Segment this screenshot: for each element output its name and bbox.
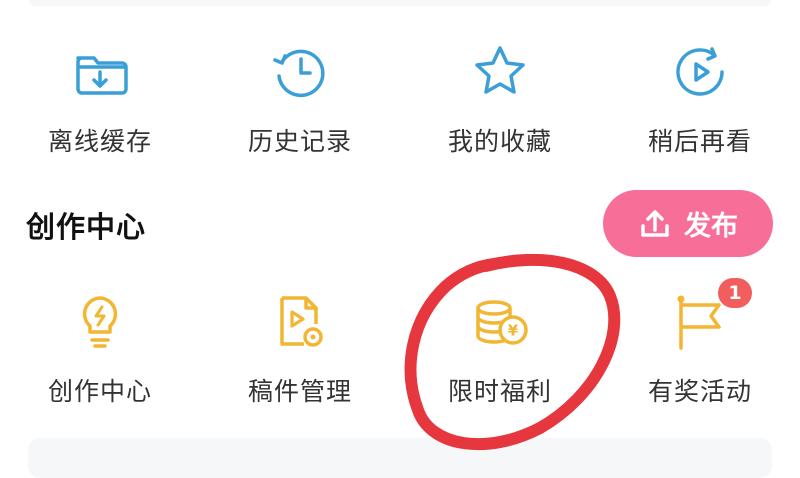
menu-label: 有奖活动 [647, 377, 752, 406]
menu-favorites[interactable]: 我的收藏 [400, 40, 600, 158]
manuscript-icon [280, 296, 323, 347]
menu-history[interactable]: 历史记录 [200, 40, 400, 158]
menu-label: 限时福利 [447, 377, 552, 406]
menu-label: 稍后再看 [647, 127, 752, 156]
history-clock-icon [273, 49, 325, 98]
activity-badge: 1 [718, 278, 752, 308]
coins-icon: ¥ [476, 300, 528, 345]
menu-reward-activities[interactable]: 有奖活动 [600, 290, 800, 408]
star-icon [475, 46, 525, 94]
menu-offline-cache[interactable]: 离线缓存 [0, 40, 200, 158]
top-card-edge [28, 0, 772, 6]
upload-icon [641, 209, 669, 237]
menu-manuscript-management[interactable]: 稿件管理 [200, 290, 400, 408]
menu-label: 创作中心 [47, 377, 152, 406]
menu-label: 离线缓存 [47, 127, 152, 156]
menu-label: 稿件管理 [247, 377, 352, 406]
svg-text:¥: ¥ [508, 322, 519, 340]
publish-button[interactable]: 发布 [603, 190, 773, 257]
menu-watch-later[interactable]: 稍后再看 [600, 40, 800, 158]
download-folder-icon [76, 56, 128, 95]
lightbulb-icon [82, 296, 118, 348]
menu-label: 历史记录 [247, 127, 352, 156]
menu-creator-center[interactable]: 创作中心 [0, 290, 200, 408]
watch-later-icon [676, 47, 724, 96]
bottom-card-edge [28, 438, 772, 478]
section-title: 创作中心 [26, 210, 147, 244]
publish-label: 发布 [684, 211, 738, 242]
menu-label: 我的收藏 [447, 127, 552, 156]
menu-limited-benefits[interactable]: ¥ 限时福利 [400, 290, 600, 408]
